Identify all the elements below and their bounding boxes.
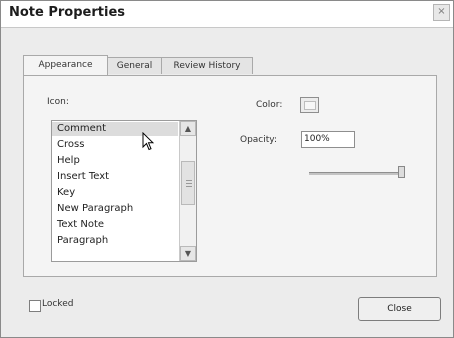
list-item[interactable]: Insert Text — [57, 171, 109, 182]
opacity-slider-track[interactable] — [309, 172, 402, 175]
appearance-panel: Icon: Comment Cross Help Insert Text Key… — [23, 75, 437, 277]
window-close-button[interactable]: × — [433, 4, 450, 21]
color-label: Color: — [256, 100, 283, 110]
title-bar: Note Properties × — [1, 1, 453, 28]
tab-review-history[interactable]: Review History — [161, 57, 253, 74]
locked-label: Locked — [42, 299, 74, 309]
list-scrollbar[interactable]: ▲ ▼ — [179, 121, 196, 261]
color-swatch-button[interactable] — [300, 97, 319, 113]
close-button[interactable]: Close — [358, 297, 441, 321]
list-item[interactable]: Text Note — [57, 219, 104, 230]
color-swatch-fill — [304, 101, 316, 110]
opacity-slider-thumb[interactable] — [398, 166, 405, 178]
scroll-thumb[interactable] — [181, 161, 195, 205]
list-item[interactable]: Paragraph — [57, 235, 108, 246]
mouse-cursor-icon — [142, 132, 154, 151]
scroll-down-icon[interactable]: ▼ — [180, 246, 196, 261]
scroll-up-icon[interactable]: ▲ — [180, 121, 196, 136]
icon-listbox[interactable]: Comment Cross Help Insert Text Key New P… — [51, 120, 197, 262]
tab-general[interactable]: General — [107, 57, 162, 74]
list-item[interactable]: Cross — [57, 139, 84, 150]
dialog-title: Note Properties — [9, 5, 125, 20]
list-item[interactable]: Help — [57, 155, 80, 166]
opacity-label: Opacity: — [240, 135, 277, 145]
note-properties-dialog: Note Properties × Appearance General Rev… — [0, 0, 454, 338]
list-item[interactable]: New Paragraph — [57, 203, 133, 214]
tab-appearance[interactable]: Appearance — [23, 55, 108, 75]
locked-checkbox[interactable] — [29, 300, 41, 312]
opacity-field[interactable] — [301, 131, 355, 148]
icon-label: Icon: — [47, 97, 69, 107]
list-item[interactable]: Comment — [57, 123, 106, 134]
list-item[interactable]: Key — [57, 187, 75, 198]
